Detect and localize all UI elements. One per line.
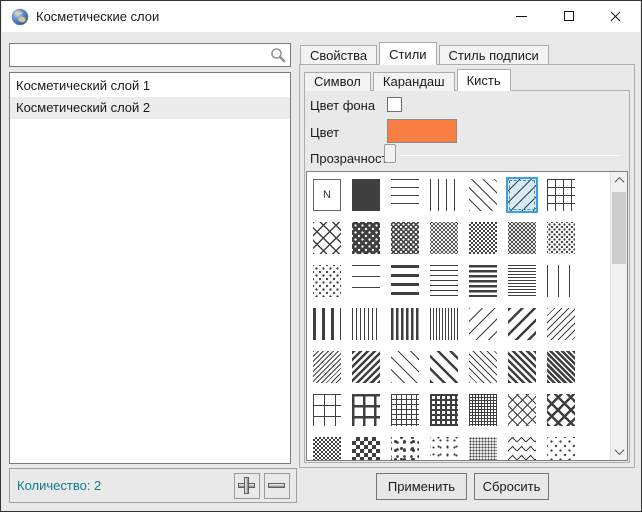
window-title: Косметические слои [36, 1, 159, 32]
pattern-swatch-solid[interactable] [352, 179, 380, 211]
pattern-swatch-none[interactable]: N [313, 179, 341, 211]
pattern-swatch-large-checker[interactable] [352, 437, 380, 461]
pattern-swatch-percent50[interactable] [469, 222, 497, 254]
pattern-swatch-horizontal[interactable] [391, 179, 419, 211]
color-label: Цвет [310, 125, 339, 140]
pattern-swatch-percent90[interactable] [352, 222, 380, 254]
pattern-swatch-light-horizontal[interactable] [352, 265, 380, 297]
pattern-swatch-backward-diagonal[interactable] [469, 179, 497, 211]
opacity-slider-track[interactable] [399, 155, 621, 156]
brush-pattern-grid: N [307, 172, 610, 461]
pattern-swatch-dark-fdiag[interactable] [352, 351, 380, 383]
pattern-swatch-diagonal-cross[interactable] [313, 222, 341, 254]
close-icon [609, 10, 622, 23]
scrollbar-thumb[interactable] [612, 192, 626, 264]
remove-layer-button[interactable] [264, 473, 290, 499]
maximize-button[interactable] [548, 1, 590, 31]
cosmetic-layers-dialog: Косметические слои Косметический слой 1К… [0, 0, 642, 512]
opacity-slider-thumb[interactable] [384, 144, 396, 163]
chevron-down-icon [615, 445, 625, 455]
pattern-swatch-light-bdiag[interactable] [391, 351, 419, 383]
chevron-up-icon [615, 177, 625, 187]
pattern-swatch-vertical[interactable] [430, 179, 458, 211]
minus-icon [268, 483, 285, 488]
pattern-swatch-large-confetti[interactable] [391, 437, 419, 461]
pattern-swatch-dark-horizontal[interactable] [469, 265, 497, 297]
globe-icon [11, 8, 29, 26]
pattern-swatch-small-confetti[interactable] [430, 437, 458, 461]
tab-label-style[interactable]: Стиль подписи [439, 45, 549, 65]
tab-properties[interactable]: Свойства [300, 45, 377, 65]
pattern-scrollbar[interactable] [610, 172, 627, 460]
bg-color-label: Цвет фона [310, 98, 375, 113]
pattern-swatch-thick-vertical[interactable] [313, 308, 341, 340]
layer-list-footer: Количество: 2 [9, 468, 297, 503]
maximize-icon [564, 11, 574, 21]
styles-tab-page: Символ Карандаш Кисть Цвет фона Цвет Про… [299, 64, 635, 468]
style-tab-strip: Символ Карандаш Кисть [304, 68, 513, 90]
apply-button[interactable]: Применить [376, 473, 467, 500]
pattern-swatch-dotted-diamond[interactable] [547, 437, 575, 461]
pattern-swatch-thick-horizontal[interactable] [391, 265, 419, 297]
layer-list-item[interactable]: Косметический слой 1 [10, 75, 290, 97]
pattern-swatch-small-checker[interactable] [313, 437, 341, 461]
pattern-swatch-wide-bdiag[interactable] [430, 351, 458, 383]
search-box [9, 43, 291, 67]
pattern-swatch-narrow-vertical[interactable] [352, 308, 380, 340]
pattern-swatch-dotted-grid[interactable] [469, 437, 497, 461]
color-swatch[interactable] [387, 119, 457, 143]
minimize-button[interactable] [500, 1, 542, 31]
pattern-swatch-light-fdiag[interactable] [469, 308, 497, 340]
pattern-swatch-thick-diagonal-cross[interactable] [547, 394, 575, 426]
tab-styles[interactable]: Стили [379, 42, 436, 65]
pattern-swatch-narrow-bdiag[interactable] [469, 351, 497, 383]
pattern-swatch-narrow-horizontal[interactable] [430, 265, 458, 297]
minimize-icon [516, 16, 527, 17]
pattern-swatch-wide-fdiag[interactable] [508, 308, 536, 340]
pattern-swatch-percent70[interactable] [430, 222, 458, 254]
pattern-swatch-percent30[interactable] [508, 222, 536, 254]
add-layer-button[interactable] [234, 473, 260, 499]
brush-tab-page: Цвет фона Цвет Прозрачность N [304, 90, 630, 463]
scroll-up-button[interactable] [611, 172, 628, 189]
pattern-swatch-percent20[interactable] [547, 222, 575, 254]
pattern-swatch-dark-small-grid[interactable] [430, 394, 458, 426]
scroll-down-button[interactable] [611, 443, 628, 460]
layer-list-item[interactable]: Косметический слой 2 [10, 97, 290, 119]
pattern-swatch-dense-vertical[interactable] [430, 308, 458, 340]
pattern-swatch-percent80[interactable] [391, 222, 419, 254]
pattern-swatch-thick-large-grid[interactable] [352, 394, 380, 426]
pattern-swatch-dense-fdiag[interactable] [313, 351, 341, 383]
pattern-swatch-large-grid[interactable] [313, 394, 341, 426]
pattern-swatch-light-vertical[interactable] [547, 265, 575, 297]
pattern-swatch-percent05[interactable] [313, 265, 341, 297]
pattern-swatch-cross[interactable] [547, 179, 575, 211]
pattern-swatch-dense-grid[interactable] [469, 394, 497, 426]
pattern-swatch-small-grid[interactable] [391, 394, 419, 426]
search-icon [270, 47, 286, 63]
layer-list: Косметический слой 1Косметический слой 2 [9, 72, 291, 464]
bg-color-checkbox[interactable] [387, 97, 402, 112]
pattern-swatch-divot[interactable] [508, 437, 536, 461]
pattern-swatch-dark-vertical[interactable] [391, 308, 419, 340]
brush-pattern-panel: N [306, 171, 628, 461]
pattern-swatch-forward-diagonal[interactable] [508, 179, 536, 211]
opacity-label: Прозрачность [310, 151, 394, 166]
layer-count-label: Количество: 2 [17, 469, 101, 502]
tab-brush[interactable]: Кисть [457, 69, 511, 91]
titlebar: Косметические слои [2, 1, 640, 32]
pattern-swatch-dark-bdiag[interactable] [508, 351, 536, 383]
reset-button[interactable]: Сбросить [474, 473, 549, 500]
tab-pencil[interactable]: Карандаш [373, 72, 455, 91]
search-input[interactable] [10, 44, 266, 66]
pattern-swatch-narrow-fdiag[interactable] [547, 308, 575, 340]
main-tab-strip: Свойства Стили Стиль подписи [300, 41, 551, 64]
pattern-swatch-small-diagonal-cross[interactable] [508, 394, 536, 426]
tab-symbol[interactable]: Символ [304, 72, 371, 91]
pattern-swatch-dense-bdiag[interactable] [547, 351, 575, 383]
pattern-swatch-dense-horizontal[interactable] [508, 265, 536, 297]
close-button[interactable] [594, 1, 636, 31]
